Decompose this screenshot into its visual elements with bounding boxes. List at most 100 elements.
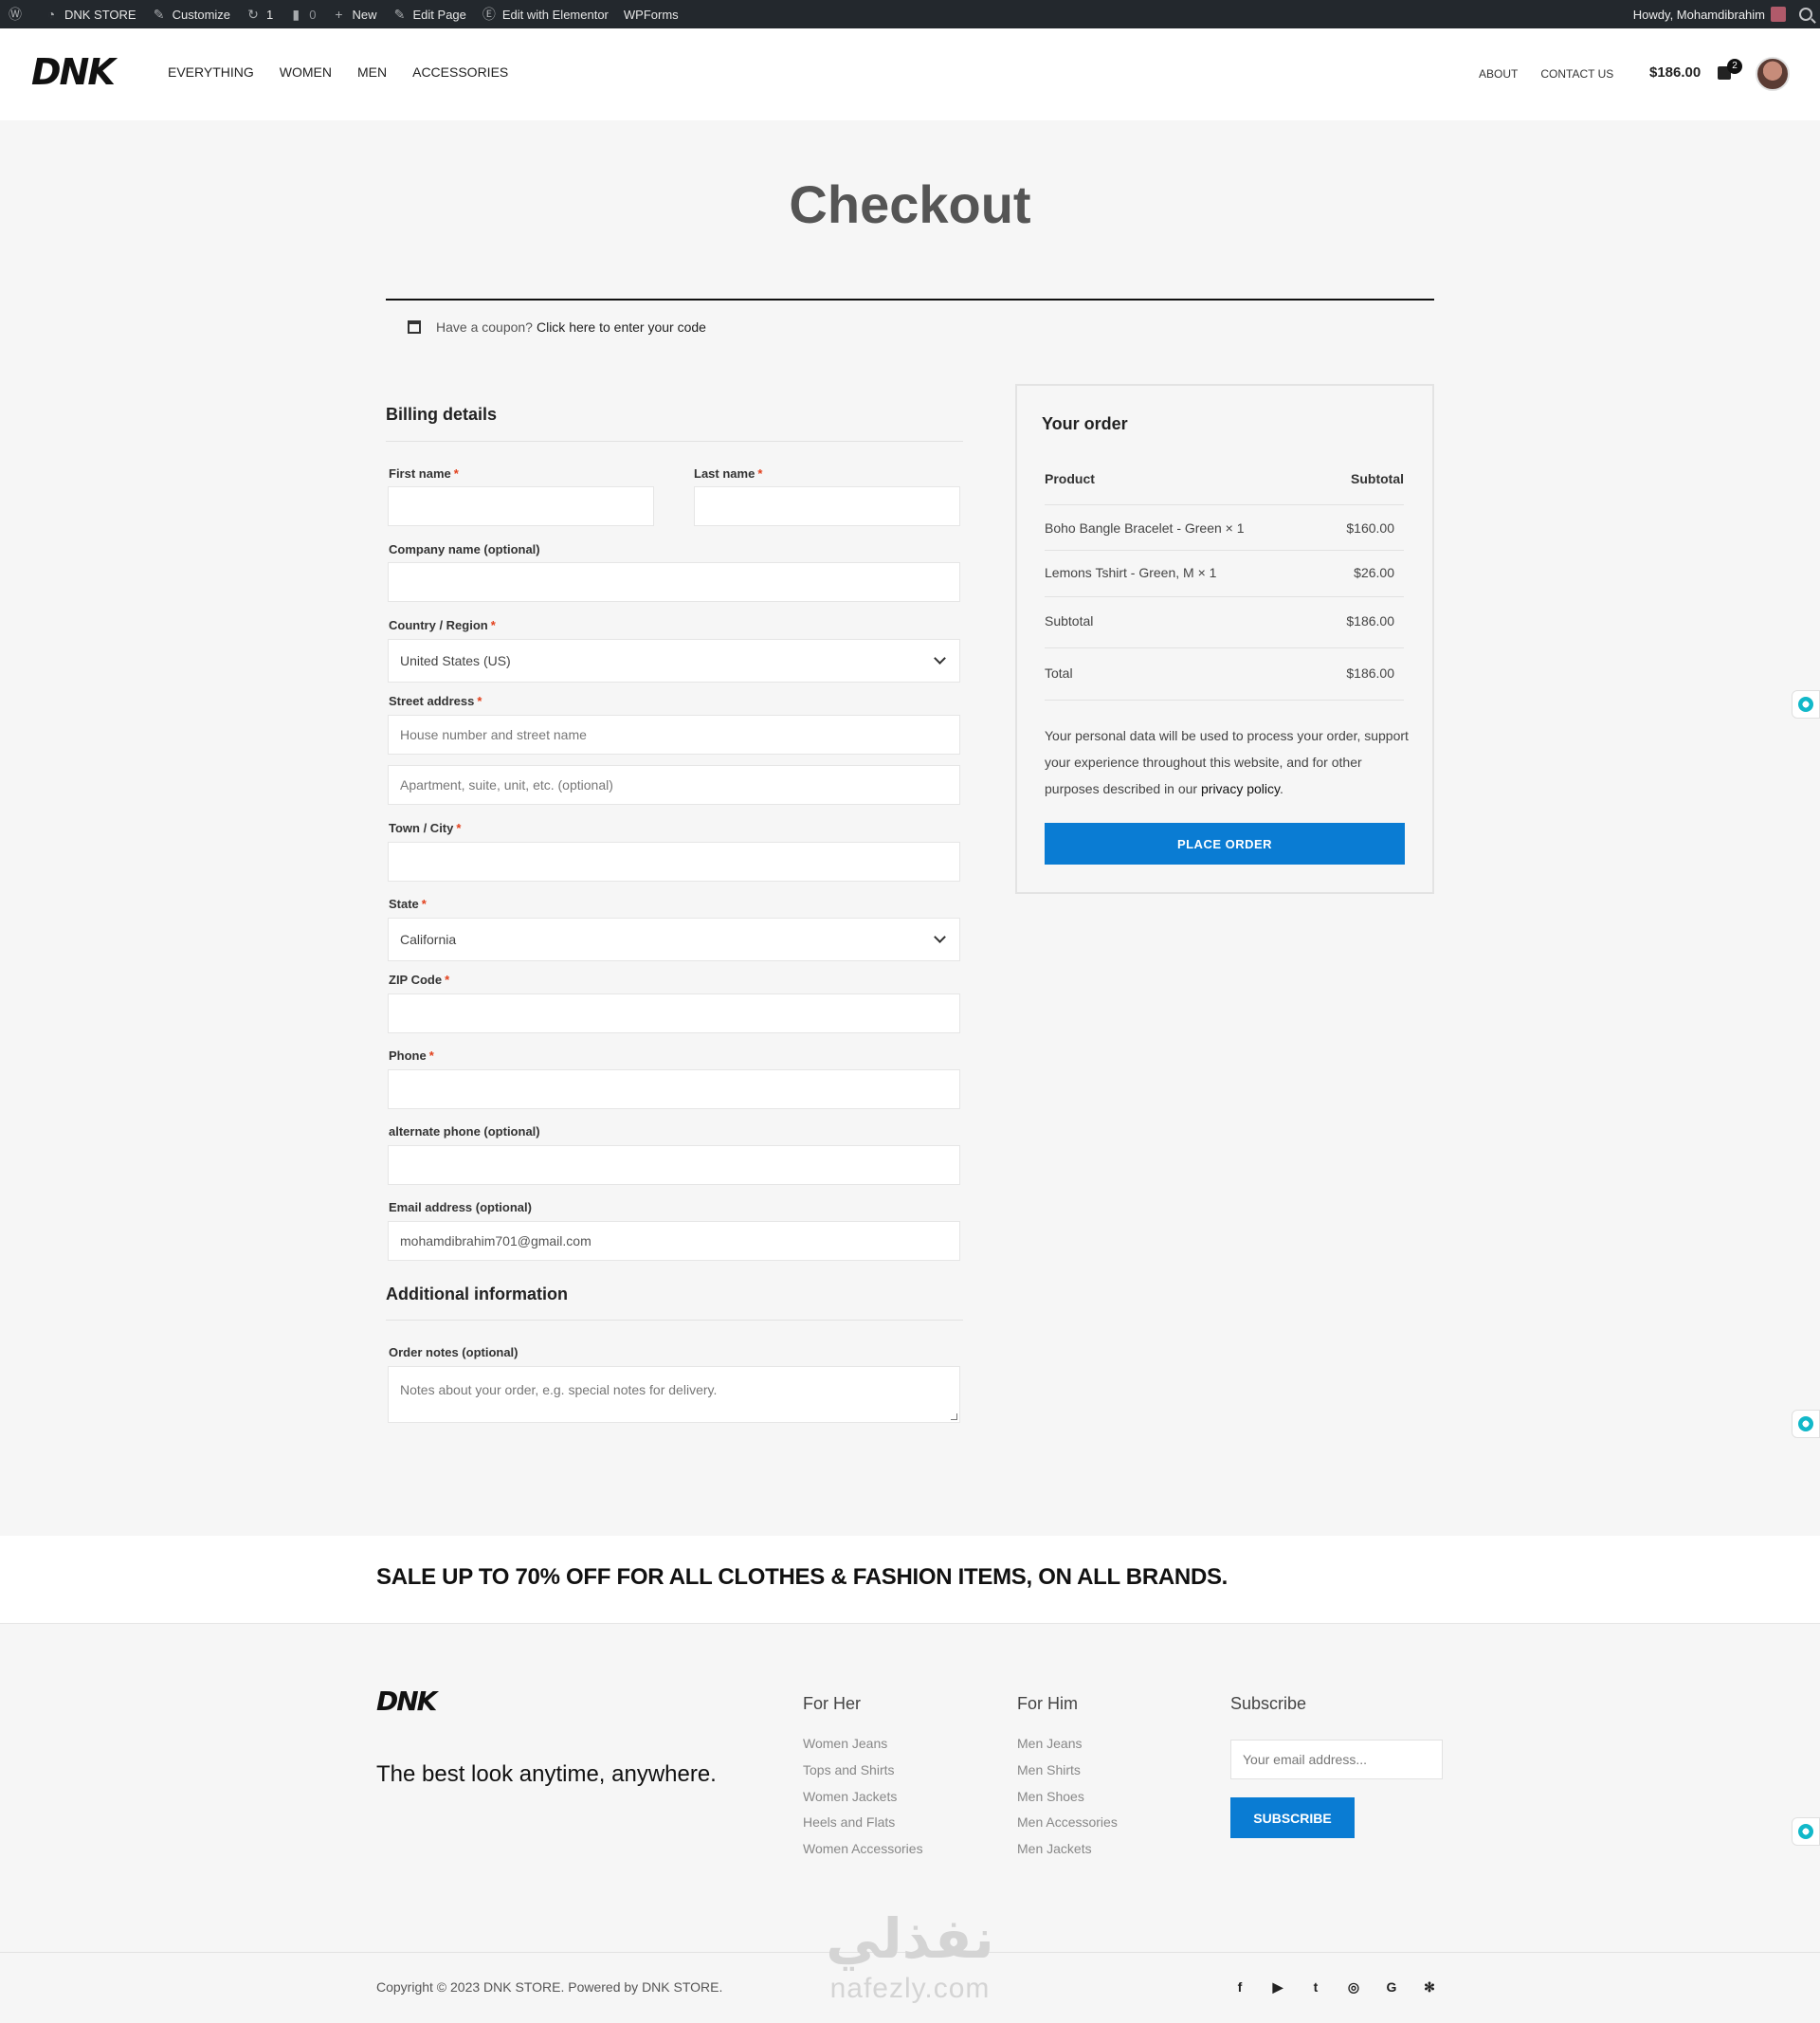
admin-avatar[interactable] bbox=[1771, 7, 1786, 22]
title-divider bbox=[386, 299, 1434, 301]
facebook-icon[interactable]: f bbox=[1232, 1979, 1247, 1995]
copyright-text: Copyright © 2023 DNK STORE. Powered by D… bbox=[376, 1979, 723, 1995]
billing-divider bbox=[386, 441, 963, 442]
footer-link[interactable]: Men Shoes bbox=[1017, 1789, 1084, 1804]
twitter-icon[interactable]: t bbox=[1308, 1979, 1323, 1995]
alt-phone-field[interactable] bbox=[388, 1145, 960, 1185]
nav-contact[interactable]: CONTACT US bbox=[1540, 67, 1613, 81]
additional-divider bbox=[386, 1320, 963, 1321]
admin-bar: Ⓦ ◔ DNK STORE ✎ Customize ↻ 1 ▮ 0 + New ✎ Edit… bbox=[0, 0, 1820, 28]
nav-accessories[interactable]: ACCESSORIES bbox=[412, 64, 508, 80]
order-table-header: Product Subtotal bbox=[1045, 471, 1404, 486]
footer-link[interactable]: Heels and Flats bbox=[803, 1814, 895, 1830]
subscribe-email-input[interactable]: Your email address... bbox=[1230, 1740, 1443, 1779]
order-divider bbox=[1045, 647, 1404, 648]
footer-link[interactable]: Men Shirts bbox=[1017, 1762, 1081, 1777]
calendar-icon bbox=[408, 320, 421, 334]
admin-bar-comments[interactable]: ▮ 0 bbox=[288, 7, 316, 22]
email-label: Email address (optional) bbox=[389, 1200, 532, 1214]
alt-phone-label: alternate phone (optional) bbox=[389, 1124, 540, 1139]
dashboard-icon: ◔ bbox=[46, 7, 56, 22]
nav-about[interactable]: ABOUT bbox=[1479, 67, 1518, 81]
privacy-notice: Your personal data will be used to proce… bbox=[1045, 728, 1409, 796]
order-notes-textarea[interactable]: Notes about your order, e.g. special not… bbox=[388, 1366, 960, 1423]
nav-men[interactable]: MEN bbox=[357, 64, 387, 80]
order-review-box bbox=[1015, 384, 1434, 894]
footer-link[interactable]: Men Accessories bbox=[1017, 1814, 1118, 1830]
zip-label: ZIP Code * bbox=[389, 973, 450, 987]
admin-bar-new[interactable]: + New bbox=[332, 7, 376, 22]
admin-bar-site-name[interactable]: ◔ DNK STORE bbox=[44, 7, 136, 22]
instagram-icon[interactable]: ◎ bbox=[1346, 1979, 1361, 1995]
footer-link[interactable]: Women Accessories bbox=[803, 1841, 923, 1856]
order-subtotal-row: Subtotal $186.00 bbox=[1045, 613, 1394, 629]
nav-women[interactable]: WOMEN bbox=[280, 64, 332, 80]
floating-widget-icon[interactable] bbox=[1792, 1410, 1820, 1438]
user-avatar[interactable] bbox=[1756, 57, 1790, 91]
floating-widget-icon[interactable] bbox=[1792, 690, 1820, 719]
coupon-link[interactable]: Click here to enter your code bbox=[537, 319, 706, 335]
state-label: State * bbox=[389, 897, 427, 911]
last-name-label: Last name * bbox=[694, 466, 763, 481]
site-header: DNK EVERYTHING WOMEN MEN ACCESSORIES ABO… bbox=[0, 28, 1820, 120]
country-label: Country / Region * bbox=[389, 618, 496, 632]
page-title: Checkout bbox=[789, 174, 1031, 234]
city-field[interactable] bbox=[388, 842, 960, 882]
admin-bar-elementor[interactable]: Ⓔ Edit with Elementor bbox=[482, 7, 609, 22]
brush-icon: ✎ bbox=[153, 7, 165, 22]
company-field[interactable] bbox=[388, 562, 960, 602]
chevron-down-icon bbox=[934, 652, 946, 665]
apartment-field[interactable]: Apartment, suite, unit, etc. (optional) bbox=[388, 765, 960, 805]
footer-link[interactable]: Tops and Shirts bbox=[803, 1762, 895, 1777]
privacy-policy-link[interactable]: privacy policy bbox=[1201, 781, 1280, 796]
first-name-field[interactable] bbox=[388, 486, 654, 526]
place-order-button[interactable]: PLACE ORDER bbox=[1045, 823, 1405, 865]
search-icon[interactable] bbox=[1799, 8, 1812, 21]
street-address-field[interactable]: House number and street name bbox=[388, 715, 960, 755]
cart-count-badge: 2 bbox=[1727, 59, 1742, 74]
yelp-icon[interactable]: ✻ bbox=[1422, 1979, 1437, 1995]
zip-field[interactable] bbox=[388, 993, 960, 1033]
main-nav: EVERYTHING WOMEN MEN ACCESSORIES bbox=[168, 64, 508, 80]
admin-bar-updates[interactable]: ↻ 1 bbox=[246, 7, 273, 22]
order-divider bbox=[1045, 550, 1404, 551]
subscribe-button[interactable]: SUBSCRIBE bbox=[1230, 1797, 1355, 1838]
last-name-field[interactable] bbox=[694, 486, 960, 526]
country-select[interactable]: United States (US) bbox=[388, 639, 960, 683]
additional-info-title: Additional information bbox=[386, 1285, 568, 1303]
youtube-icon[interactable]: ▶ bbox=[1270, 1979, 1285, 1995]
order-total-row: Total $186.00 bbox=[1045, 665, 1394, 681]
google-icon[interactable]: G bbox=[1384, 1979, 1399, 1995]
phone-label: Phone * bbox=[389, 1048, 434, 1063]
admin-bar-edit-page[interactable]: ✎ Edit Page bbox=[392, 7, 466, 22]
secondary-nav: ABOUT CONTACT US bbox=[1479, 67, 1613, 81]
plus-icon: + bbox=[335, 7, 343, 22]
phone-field[interactable] bbox=[388, 1069, 960, 1109]
sale-banner-text: SALE UP TO 70% OFF FOR ALL CLOTHES & FAS… bbox=[376, 1564, 1228, 1590]
cart-total[interactable]: $186.00 bbox=[1649, 64, 1701, 81]
coupon-text: Have a coupon? bbox=[436, 319, 533, 335]
floating-widget-icon[interactable] bbox=[1792, 1817, 1820, 1846]
wordpress-logo[interactable]: Ⓦ bbox=[8, 7, 28, 22]
footer-tagline: The best look anytime, anywhere. bbox=[376, 1761, 717, 1787]
footer-link[interactable]: Men Jeans bbox=[1017, 1736, 1082, 1751]
comment-icon: ▮ bbox=[292, 7, 300, 22]
order-divider bbox=[1045, 504, 1404, 505]
email-field[interactable]: mohamdibrahim701@gmail.com bbox=[388, 1221, 960, 1261]
nav-everything[interactable]: EVERYTHING bbox=[168, 64, 254, 80]
footer-link[interactable]: Women Jackets bbox=[803, 1789, 897, 1804]
admin-bar-customize[interactable]: ✎ Customize bbox=[152, 7, 230, 22]
street-label: Street address * bbox=[389, 694, 482, 708]
admin-bar-howdy[interactable]: Howdy, Mohamdibrahim bbox=[1633, 8, 1765, 22]
city-label: Town / City * bbox=[389, 821, 462, 835]
admin-bar-wpforms[interactable]: WPForms bbox=[624, 8, 679, 22]
company-label: Company name (optional) bbox=[389, 542, 540, 556]
refresh-icon: ↻ bbox=[247, 7, 259, 22]
nafezly-watermark: نفذلي nafezly.com bbox=[826, 1906, 994, 2004]
state-select[interactable]: California bbox=[388, 918, 960, 961]
footer-link[interactable]: Women Jeans bbox=[803, 1736, 887, 1751]
footer-logo[interactable]: DNK bbox=[376, 1686, 437, 1717]
footer-link[interactable]: Men Jackets bbox=[1017, 1841, 1092, 1856]
site-logo[interactable]: DNK bbox=[31, 51, 116, 93]
order-divider bbox=[1045, 700, 1404, 701]
